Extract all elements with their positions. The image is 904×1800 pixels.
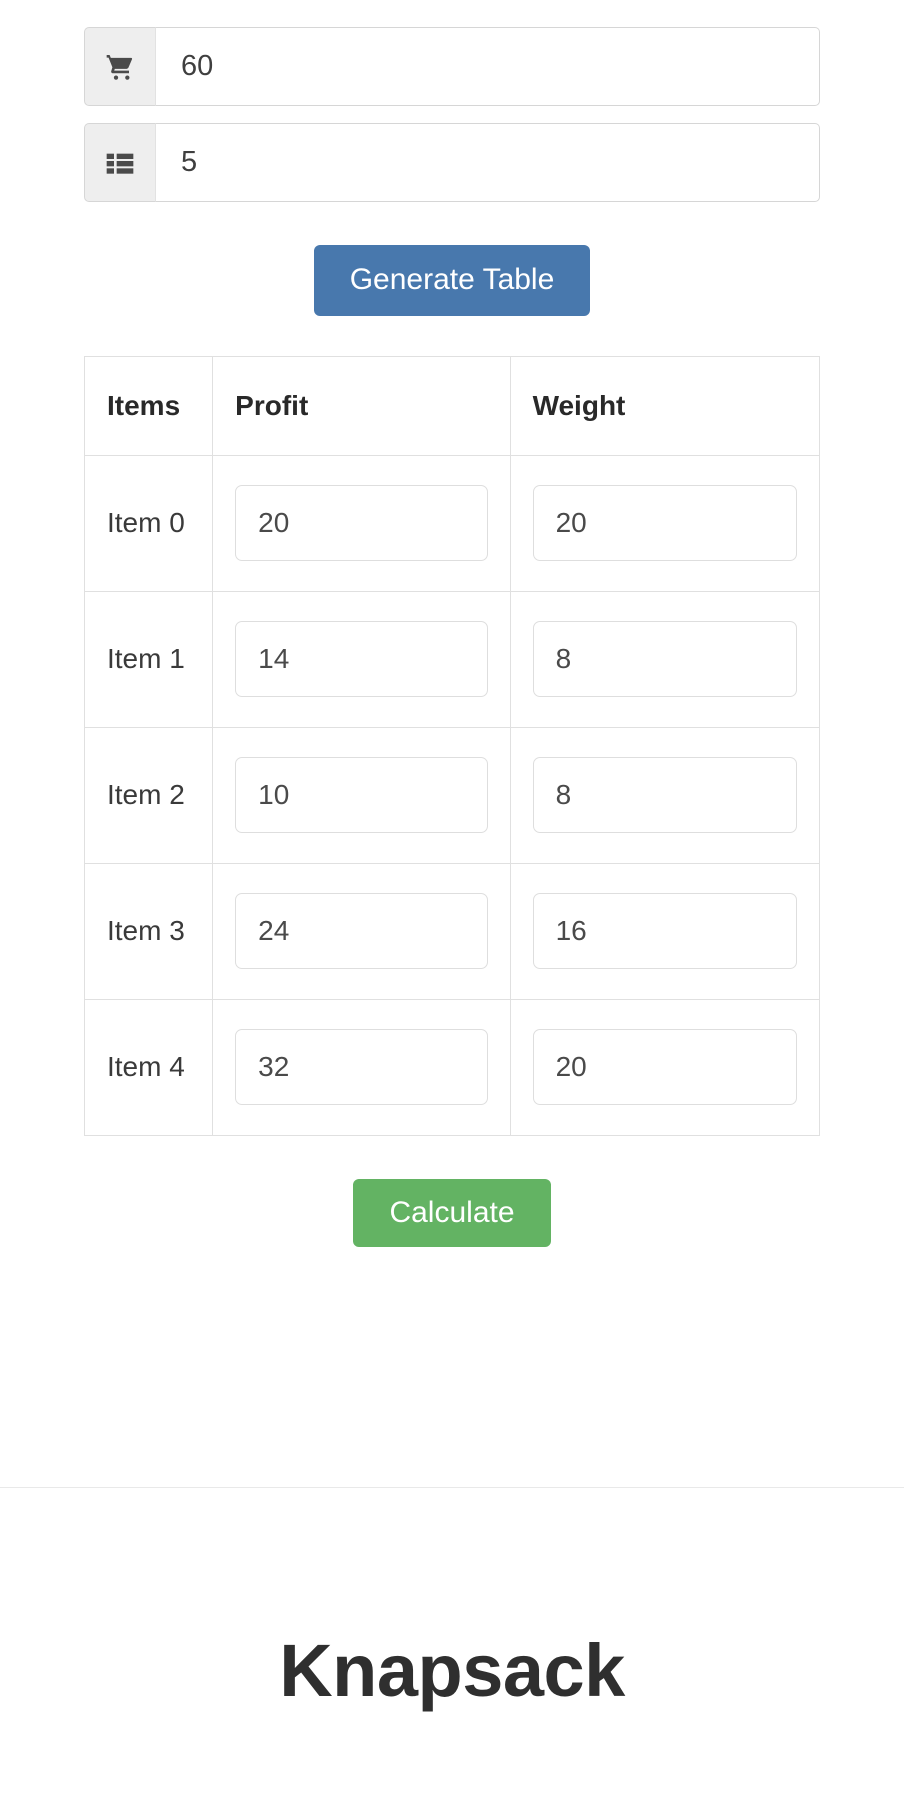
items-table: Items Profit Weight Item 0 20 20 Item 1 …: [83, 355, 821, 1136]
items-table-wrap: Items Profit Weight Item 0 20 20 Item 1 …: [83, 355, 821, 1136]
weight-input[interactable]: [532, 621, 797, 697]
generate-table-row: Generate Table: [84, 245, 820, 316]
weight-cell: [509, 862, 821, 1000]
profit-input[interactable]: [235, 1029, 488, 1105]
weight-input[interactable]: [532, 1029, 797, 1105]
column-header-items: Items: [83, 355, 214, 456]
items-table-body: Item 0 Item 1: [83, 454, 821, 1136]
knapsack-page: Generate Table Items Profit Weight Item: [0, 0, 904, 1800]
capacity-input[interactable]: [155, 27, 820, 106]
profit-input[interactable]: [235, 893, 488, 969]
table-row: Item 0: [83, 454, 821, 592]
item-label: Item 3: [83, 862, 214, 1000]
section-divider: [0, 1487, 904, 1488]
shopping-cart-icon: [84, 27, 155, 106]
items-table-head: Items Profit Weight: [83, 355, 821, 456]
generate-table-button[interactable]: Generate Table: [313, 245, 591, 316]
weight-cell: [509, 454, 821, 592]
profit-cell: [212, 998, 511, 1136]
item-label: Item 2: [83, 726, 214, 864]
calculate-row: Calculate: [84, 1178, 820, 1247]
profit-cell: [212, 862, 511, 1000]
profit-input[interactable]: [235, 485, 488, 561]
list-icon: [84, 123, 155, 202]
weight-cell: [509, 726, 821, 864]
profit-input[interactable]: [235, 621, 488, 697]
column-header-weight: Weight: [509, 355, 821, 456]
weight-input[interactable]: [532, 485, 797, 561]
item-label: Item 1: [83, 590, 214, 728]
profit-cell: [212, 726, 511, 864]
item-count-input[interactable]: [155, 123, 820, 202]
profit-input[interactable]: [235, 757, 488, 833]
column-header-profit: Profit: [212, 355, 511, 456]
weight-input[interactable]: [532, 893, 797, 969]
capacity-input-group: [84, 27, 820, 106]
table-row: Item 3: [83, 862, 821, 1000]
page-title: Knapsack: [279, 1629, 625, 1712]
weight-cell: [509, 590, 821, 728]
table-row: Item 2: [83, 726, 821, 864]
weight-input[interactable]: [532, 757, 797, 833]
table-row: Item 1: [83, 590, 821, 728]
item-count-input-group: [84, 123, 820, 202]
main-container: Generate Table Items Profit Weight Item: [83, 0, 821, 1247]
profit-cell: [212, 590, 511, 728]
item-label: Item 0: [83, 454, 214, 592]
item-label: Item 4: [83, 998, 214, 1136]
calculate-button[interactable]: Calculate: [353, 1178, 551, 1247]
profit-cell: [212, 454, 511, 592]
table-header-row: Items Profit Weight: [83, 355, 821, 456]
table-row: Item 4: [83, 998, 821, 1136]
weight-cell: [509, 998, 821, 1136]
